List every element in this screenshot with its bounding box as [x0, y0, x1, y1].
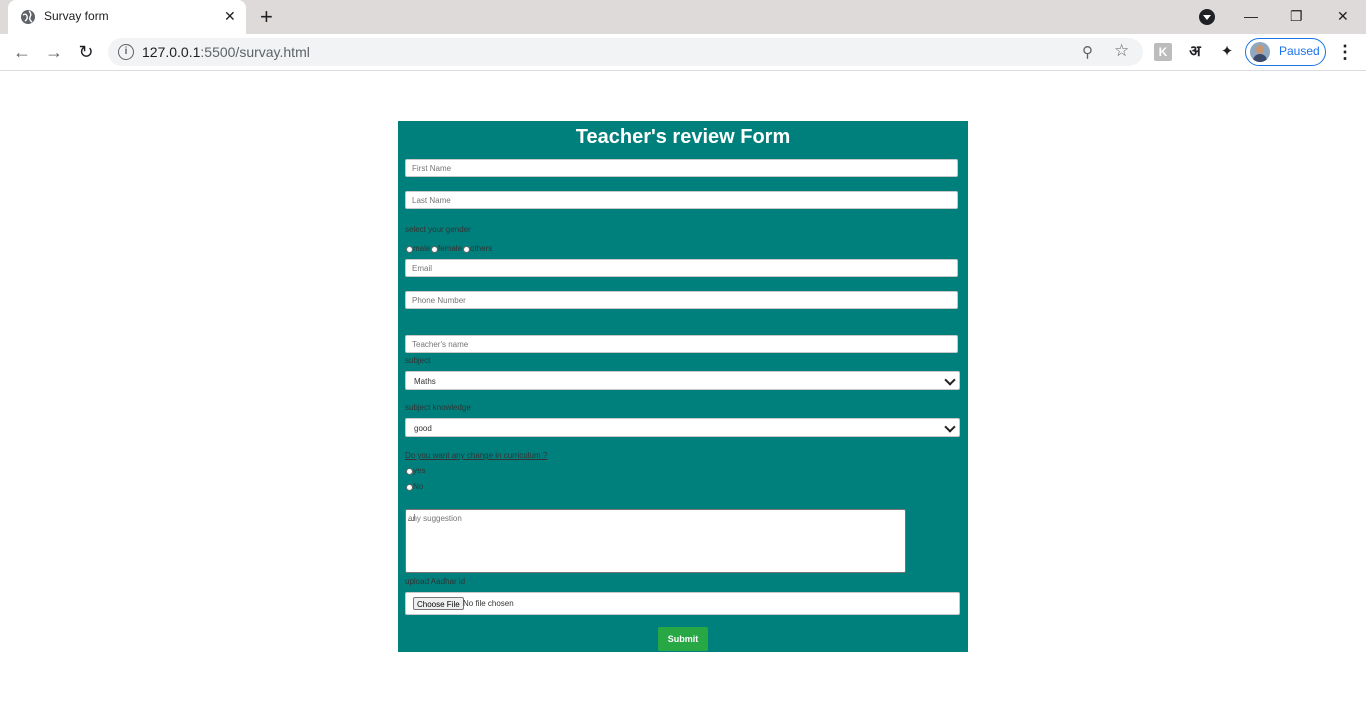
knowledge-select[interactable]: good: [405, 418, 960, 437]
choose-file-button[interactable]: Choose File: [413, 597, 464, 610]
last-name-placeholder: Last Name: [412, 196, 451, 205]
file-status: No file chosen: [463, 599, 514, 608]
survey-form: Teacher's review Form First Name Last Na…: [398, 121, 968, 652]
url-host: 127.0.0.1: [142, 44, 201, 60]
suggestion-textarea[interactable]: any suggestion: [405, 509, 906, 573]
chevron-down-icon: [944, 374, 956, 386]
submit-button[interactable]: Submit: [658, 627, 708, 651]
subject-select[interactable]: Maths: [405, 371, 960, 390]
teacher-name-placeholder: Teacher's name: [412, 340, 469, 349]
extension-hindi-icon[interactable]: अ: [1186, 43, 1204, 61]
bookmark-star-icon[interactable]: ☆: [1114, 41, 1129, 61]
info-icon[interactable]: i: [118, 44, 134, 60]
forward-button[interactable]: →: [42, 40, 66, 64]
suggestion-placeholder: any suggestion: [408, 514, 462, 523]
gender-others-label: others: [470, 244, 493, 253]
gender-female-radio[interactable]: [431, 246, 438, 253]
resize-grip-icon[interactable]: [408, 514, 415, 521]
email-placeholder: Email: [412, 264, 433, 273]
curriculum-yes-radio[interactable]: [406, 468, 413, 475]
reload-button[interactable]: ↻: [74, 40, 98, 64]
last-name-input[interactable]: Last Name: [405, 191, 958, 209]
back-button[interactable]: ←: [10, 40, 34, 64]
phone-placeholder: Phone Number: [412, 296, 466, 305]
url-text: 127.0.0.1:5500/survay.html: [142, 44, 310, 60]
knowledge-value: good: [414, 424, 432, 433]
avatar: [1250, 42, 1270, 62]
tab-strip: Survay form ✕ + — ❐ ✕: [0, 0, 1366, 34]
browser-tab[interactable]: Survay form ✕: [8, 0, 246, 34]
extensions-puzzle-icon[interactable]: ✦: [1218, 43, 1236, 61]
gender-label: select your gender: [405, 225, 471, 234]
curriculum-yes-label: yes: [413, 466, 426, 475]
address-bar[interactable]: i 127.0.0.1:5500/survay.html ⚲ ☆: [108, 38, 1143, 66]
gender-male-radio[interactable]: [406, 246, 413, 253]
upload-label: upload Aadhar id: [405, 577, 466, 586]
browser-menu-icon[interactable]: ⋮: [1336, 42, 1354, 62]
close-window-button[interactable]: ✕: [1337, 6, 1349, 26]
minimize-button[interactable]: —: [1244, 6, 1258, 26]
restore-button[interactable]: ❐: [1290, 6, 1303, 26]
zoom-icon[interactable]: ⚲: [1082, 43, 1093, 61]
curriculum-no-label: No: [413, 482, 424, 491]
file-upload-field: Choose File No file chosen: [405, 592, 960, 615]
extension-k-icon[interactable]: K: [1154, 43, 1172, 61]
tab-title: Survay form: [44, 9, 109, 23]
subject-label: subject: [405, 356, 431, 365]
new-tab-button[interactable]: +: [260, 5, 273, 29]
tab-close-icon[interactable]: ✕: [224, 8, 236, 24]
gender-female-label: female: [438, 244, 463, 253]
phone-input[interactable]: Phone Number: [405, 291, 958, 309]
gender-male-label: male: [413, 244, 431, 253]
tab-search-icon[interactable]: [1199, 9, 1215, 25]
url-path: :5500/survay.html: [200, 44, 310, 60]
form-title: Teacher's review Form: [575, 126, 791, 148]
curriculum-question: Do you want any change in curriculum ?: [405, 451, 548, 460]
curriculum-no-radio[interactable]: [406, 484, 413, 491]
profile-button[interactable]: Paused: [1245, 38, 1326, 66]
teacher-name-input[interactable]: Teacher's name: [405, 335, 958, 353]
gender-others-radio[interactable]: [463, 246, 470, 253]
globe-icon: [21, 10, 35, 24]
first-name-input[interactable]: First Name: [405, 159, 958, 177]
first-name-placeholder: First Name: [412, 164, 452, 173]
profile-status: Paused: [1279, 44, 1320, 58]
subject-value: Maths: [414, 377, 436, 386]
knowledge-label: subject knowledge: [405, 403, 471, 412]
browser-toolbar: ← → ↻ i 127.0.0.1:5500/survay.html ⚲ ☆ K…: [0, 34, 1366, 71]
email-input[interactable]: Email: [405, 259, 958, 277]
chevron-down-icon: [944, 421, 956, 433]
